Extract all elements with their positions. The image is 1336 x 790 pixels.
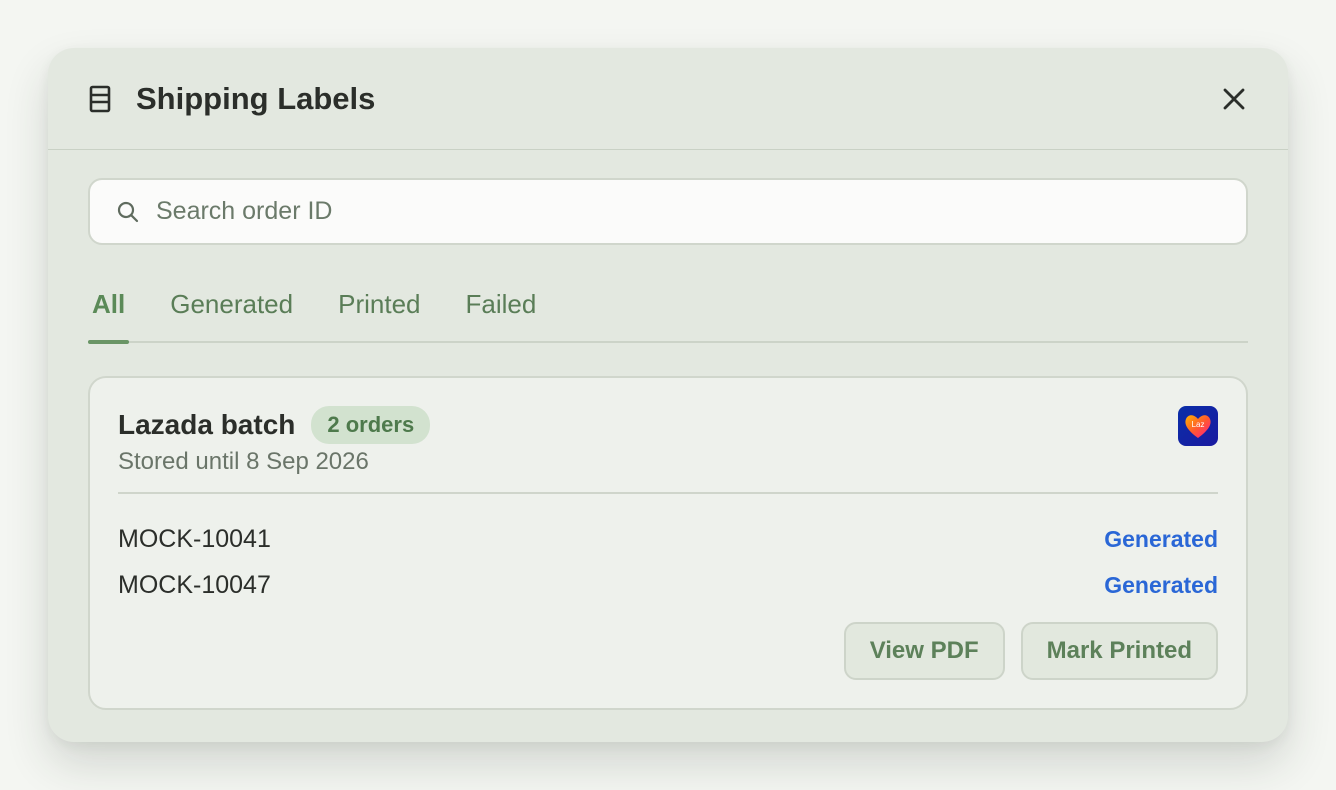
svg-text:Laz: Laz: [1192, 420, 1205, 429]
status-tabs: All Generated Printed Failed: [88, 275, 1248, 344]
order-count-badge: 2 orders: [311, 406, 431, 444]
table-row: MOCK-10047 Generated: [118, 562, 1218, 608]
document-list-icon: [88, 85, 116, 113]
lazada-logo-icon: Laz: [1178, 406, 1218, 446]
view-pdf-button[interactable]: View PDF: [843, 622, 1005, 680]
order-id: MOCK-10041: [118, 524, 271, 553]
page-title: Shipping Labels: [136, 81, 376, 116]
tab-generated[interactable]: Generated: [166, 275, 297, 341]
order-id: MOCK-10047: [118, 570, 271, 599]
batch-card-header: Lazada batch 2 orders Stored until 8 Sep…: [118, 406, 1218, 494]
close-button[interactable]: [1216, 81, 1252, 117]
order-list: MOCK-10041 Generated MOCK-10047 Generate…: [118, 494, 1218, 608]
table-row: MOCK-10041 Generated: [118, 516, 1218, 562]
close-icon: [1223, 88, 1245, 109]
modal-header: Shipping Labels: [48, 48, 1288, 150]
search-icon: [116, 200, 140, 224]
tab-failed[interactable]: Failed: [462, 275, 541, 341]
shipping-labels-modal: Shipping Labels All Generated Printed Fa…: [48, 48, 1288, 742]
tab-printed[interactable]: Printed: [334, 275, 424, 341]
search-input[interactable]: [156, 197, 1220, 226]
batch-card: Lazada batch 2 orders Stored until 8 Sep…: [88, 376, 1248, 710]
batch-actions: View PDF Mark Printed: [843, 622, 1218, 680]
mark-printed-button[interactable]: Mark Printed: [1020, 622, 1218, 680]
search-box: [88, 178, 1248, 245]
status-badge: Generated: [1104, 525, 1218, 552]
status-badge: Generated: [1104, 571, 1218, 598]
batch-title: Lazada batch: [118, 409, 296, 440]
stored-until-text: Stored until 8 Sep 2026: [118, 448, 369, 475]
tab-all[interactable]: All: [88, 275, 130, 344]
